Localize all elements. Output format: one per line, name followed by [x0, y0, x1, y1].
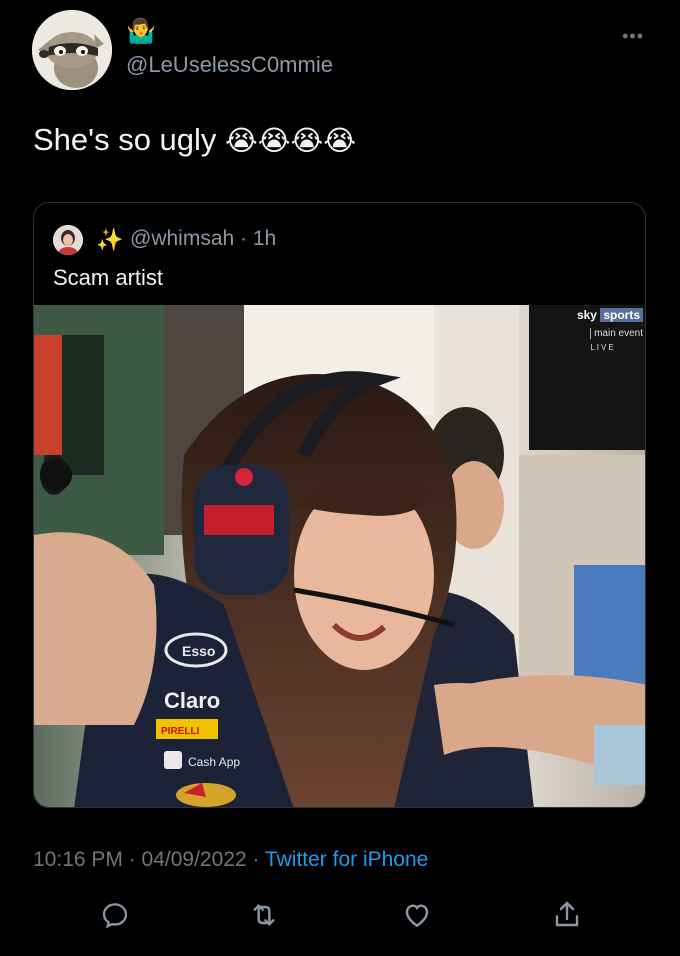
like-button[interactable] — [397, 895, 437, 935]
share-icon — [555, 901, 579, 927]
author-handle[interactable]: @LeUselessC0mmie — [126, 52, 333, 78]
video-still: Esso Claro PIRELLI Cash App — [34, 305, 645, 807]
channel-name: main event — [590, 328, 643, 339]
quoted-author-avatar[interactable] — [53, 225, 83, 255]
tweet-body: She's so ugly — [33, 122, 217, 157]
sports-brand: sports — [600, 308, 643, 322]
sponsor-cashapp: Cash App — [188, 755, 240, 769]
quoted-tweet-text: Scam artist — [53, 265, 164, 290]
sky-sports-logo: sky sports main event LIVE — [563, 307, 643, 352]
retweet-button[interactable] — [244, 895, 284, 935]
sparkles-emoji: ✨ — [96, 227, 124, 252]
more-options-icon[interactable]: ••• — [622, 26, 644, 47]
tweet-text: She's so ugly 😭😭😭😭 — [33, 122, 356, 158]
display-name-emoji: 🤷‍♂️ — [126, 18, 156, 45]
crying-face-emojis: 😭😭😭😭 — [225, 125, 356, 156]
tweet-action-bar — [0, 895, 680, 935]
time-date: 10:16 PM · 04/09/2022 · — [33, 848, 265, 871]
quoted-tweet-card[interactable]: ✨ @whimsah · 1h Scam artist Esso Claro P… — [33, 202, 646, 808]
person-avatar-icon — [53, 225, 83, 255]
raccoon-avatar-icon — [32, 10, 112, 90]
author-avatar[interactable] — [32, 10, 112, 90]
heart-icon — [405, 904, 429, 928]
sponsor-esso: Esso — [182, 643, 215, 659]
tweet-source-link[interactable]: Twitter for iPhone — [265, 848, 428, 871]
live-label: LIVE — [590, 343, 616, 352]
tweet-timestamp: 10:16 PM · 04/09/2022 · Twitter for iPho… — [33, 848, 428, 872]
quoted-handle-time[interactable]: @whimsah · 1h — [130, 227, 276, 251]
share-button[interactable] — [547, 895, 587, 935]
sponsor-pirelli: PIRELLI — [161, 726, 200, 737]
reply-button[interactable] — [95, 895, 135, 935]
retweet-icon — [253, 903, 275, 927]
reply-icon — [102, 903, 128, 929]
sponsor-claro: Claro — [164, 688, 220, 713]
quoted-tweet-video[interactable]: Esso Claro PIRELLI Cash App sky sports m… — [34, 305, 645, 807]
sky-brand: sky — [576, 308, 597, 322]
